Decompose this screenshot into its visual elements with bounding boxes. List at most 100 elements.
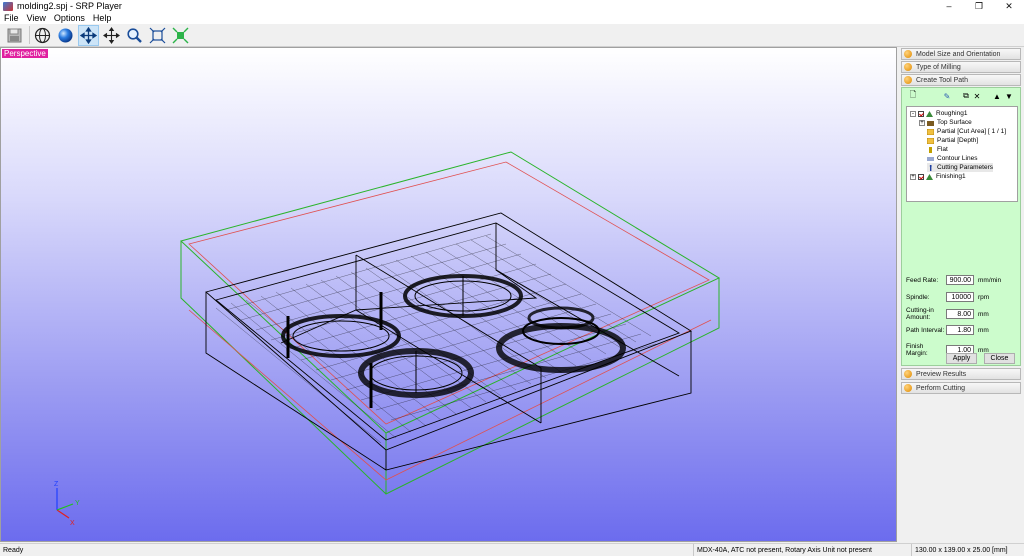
move-down-icon[interactable]: ▼ bbox=[1004, 91, 1014, 101]
fit-view-button[interactable] bbox=[147, 25, 168, 46]
axis-z-label: Z bbox=[54, 481, 59, 488]
tree-item-top-surface[interactable]: + Top Surface bbox=[919, 118, 972, 127]
tree-item-label: Cutting Parameters bbox=[937, 164, 993, 171]
fit-all-icon bbox=[172, 27, 189, 43]
create-tool-path-body: 🗋 ✎ ⧉ ✕ ▲ ▼ - Roughing1 + Top Surface Pa… bbox=[901, 87, 1021, 366]
app-icon bbox=[3, 1, 13, 11]
status-model-size: 130.00 x 139.00 x 25.00 [mm] bbox=[911, 544, 1024, 556]
spindle-input[interactable]: 10000 bbox=[946, 292, 974, 302]
tree-item-partial-cut-area[interactable]: Partial [Cut Area] [ 1 / 1] bbox=[927, 127, 1006, 136]
tree-item-flat[interactable]: Flat bbox=[927, 145, 948, 154]
spindle-row: Spindle: 10000 rpm bbox=[906, 292, 1020, 302]
tree-item-label: Contour Lines bbox=[937, 155, 978, 162]
apply-button[interactable]: Apply bbox=[946, 353, 977, 364]
section-type-of-milling[interactable]: Type of Milling bbox=[901, 61, 1021, 73]
sphere-icon bbox=[58, 28, 73, 42]
3d-viewport[interactable]: Perspective Z X Y bbox=[0, 47, 897, 542]
surface-icon bbox=[927, 120, 934, 126]
close-window-button[interactable]: ✕ bbox=[994, 0, 1024, 12]
checkbox-icon[interactable] bbox=[918, 173, 924, 180]
flat-icon bbox=[929, 146, 932, 153]
section-icon bbox=[904, 50, 912, 58]
save-icon bbox=[7, 28, 22, 42]
tree-item-cutting-parameters[interactable]: Cutting Parameters bbox=[927, 163, 993, 172]
section-icon bbox=[904, 63, 912, 71]
new-document-icon[interactable]: 🗋 bbox=[908, 90, 918, 101]
cutting-in-label: Cutting-in Amount: bbox=[906, 307, 934, 321]
shaded-view-button[interactable] bbox=[55, 25, 76, 46]
expand-icon[interactable]: + bbox=[919, 119, 925, 126]
status-ready: Ready bbox=[3, 546, 24, 554]
move-icon bbox=[80, 26, 97, 44]
menu-file[interactable]: File bbox=[4, 13, 19, 23]
move-up-icon[interactable]: ▲ bbox=[992, 91, 1002, 101]
toolpath-wireframe: Z X Y bbox=[54, 151, 721, 527]
toolbar bbox=[0, 24, 1024, 47]
section-label: Model Size and Orientation bbox=[916, 50, 1001, 58]
cutting-in-unit: mm bbox=[978, 310, 989, 318]
axis-y-label: Y bbox=[75, 500, 80, 507]
tree-item-label: Finishing1 bbox=[936, 173, 966, 180]
cutting-in-input[interactable]: 8.00 bbox=[946, 309, 974, 319]
roughing-icon bbox=[926, 110, 933, 117]
menu-view[interactable]: View bbox=[27, 13, 46, 23]
spindle-unit: rpm bbox=[978, 293, 990, 301]
partial-depth-icon bbox=[927, 137, 934, 144]
finishing-icon bbox=[926, 173, 933, 180]
menu-bar: File View Options Help bbox=[0, 12, 1024, 24]
feed-rate-label: Feed Rate: bbox=[906, 276, 939, 284]
collapse-icon[interactable]: - bbox=[910, 110, 916, 117]
section-perform-cutting[interactable]: Perform Cutting bbox=[901, 382, 1021, 394]
close-button[interactable]: Close bbox=[984, 353, 1015, 364]
finish-margin-label: Finish Margin: bbox=[906, 343, 928, 357]
menu-help[interactable]: Help bbox=[93, 13, 112, 23]
path-interval-row: Path Interval: 1.80 mm bbox=[906, 325, 1020, 335]
section-label: Type of Milling bbox=[916, 63, 961, 71]
globe-icon bbox=[34, 27, 51, 43]
tree-item-partial-depth[interactable]: Partial [Depth] bbox=[927, 136, 978, 145]
parameters-icon bbox=[929, 164, 932, 171]
tree-item-label: Partial [Cut Area] [ 1 / 1] bbox=[937, 128, 1007, 135]
tree-item-label: Flat bbox=[937, 146, 948, 153]
wireframe-view-button[interactable] bbox=[32, 25, 53, 46]
feed-rate-unit: mm/min bbox=[978, 276, 1002, 284]
maximize-button[interactable]: ❐ bbox=[964, 0, 994, 12]
copy-icon[interactable]: ⧉ bbox=[961, 91, 971, 101]
section-label: Create Tool Path bbox=[916, 76, 969, 84]
save-button[interactable] bbox=[4, 25, 25, 46]
menu-options[interactable]: Options bbox=[54, 13, 85, 23]
delete-icon[interactable]: ✕ bbox=[972, 91, 982, 101]
tree-item-label: Roughing1 bbox=[936, 110, 968, 117]
tree-item-roughing1[interactable]: - Roughing1 bbox=[910, 109, 967, 118]
title-bar: molding2.spj - SRP Player – ❐ ✕ bbox=[0, 0, 1024, 12]
zoom-view-button[interactable] bbox=[124, 25, 145, 46]
section-model-size[interactable]: Model Size and Orientation bbox=[901, 48, 1021, 60]
section-create-tool-path[interactable]: Create Tool Path bbox=[901, 74, 1021, 86]
checkbox-icon[interactable] bbox=[918, 110, 924, 117]
status-bar: Ready MDX-40A, ATC not present, Rotary A… bbox=[0, 543, 1024, 556]
feed-rate-row: Feed Rate: 900.00 mm/min bbox=[906, 275, 1020, 285]
expand-icon[interactable]: + bbox=[910, 173, 916, 180]
section-icon bbox=[904, 370, 912, 378]
toolbar-separator bbox=[29, 26, 30, 44]
pan-view-button[interactable] bbox=[101, 25, 122, 46]
tree-toolbar: 🗋 ✎ ⧉ ✕ ▲ ▼ bbox=[906, 90, 1018, 103]
feed-rate-input[interactable]: 900.00 bbox=[946, 275, 974, 285]
section-preview-results[interactable]: Preview Results bbox=[901, 368, 1021, 380]
path-interval-label: Path Interval: bbox=[906, 326, 945, 334]
fit-all-view-button[interactable] bbox=[170, 25, 191, 46]
fit-icon bbox=[149, 27, 166, 43]
tree-item-contour-lines[interactable]: Contour Lines bbox=[927, 154, 977, 163]
spindle-label: Spindle: bbox=[906, 293, 930, 301]
path-interval-input[interactable]: 1.80 bbox=[946, 325, 974, 335]
tree-item-label: Top Surface bbox=[937, 119, 972, 126]
cutting-in-row: Cutting-in Amount: 8.00 mm bbox=[906, 307, 1020, 321]
app-window: molding2.spj - SRP Player – ❐ ✕ File Vie… bbox=[0, 0, 1024, 556]
edit-path-icon[interactable]: ✎ bbox=[942, 91, 952, 101]
minimize-button[interactable]: – bbox=[934, 0, 964, 12]
partial-area-icon bbox=[927, 128, 934, 135]
rotate-view-button[interactable] bbox=[78, 24, 99, 46]
section-icon bbox=[904, 76, 912, 84]
zoom-icon bbox=[127, 27, 142, 43]
tree-item-finishing1[interactable]: + Finishing1 bbox=[910, 172, 966, 181]
